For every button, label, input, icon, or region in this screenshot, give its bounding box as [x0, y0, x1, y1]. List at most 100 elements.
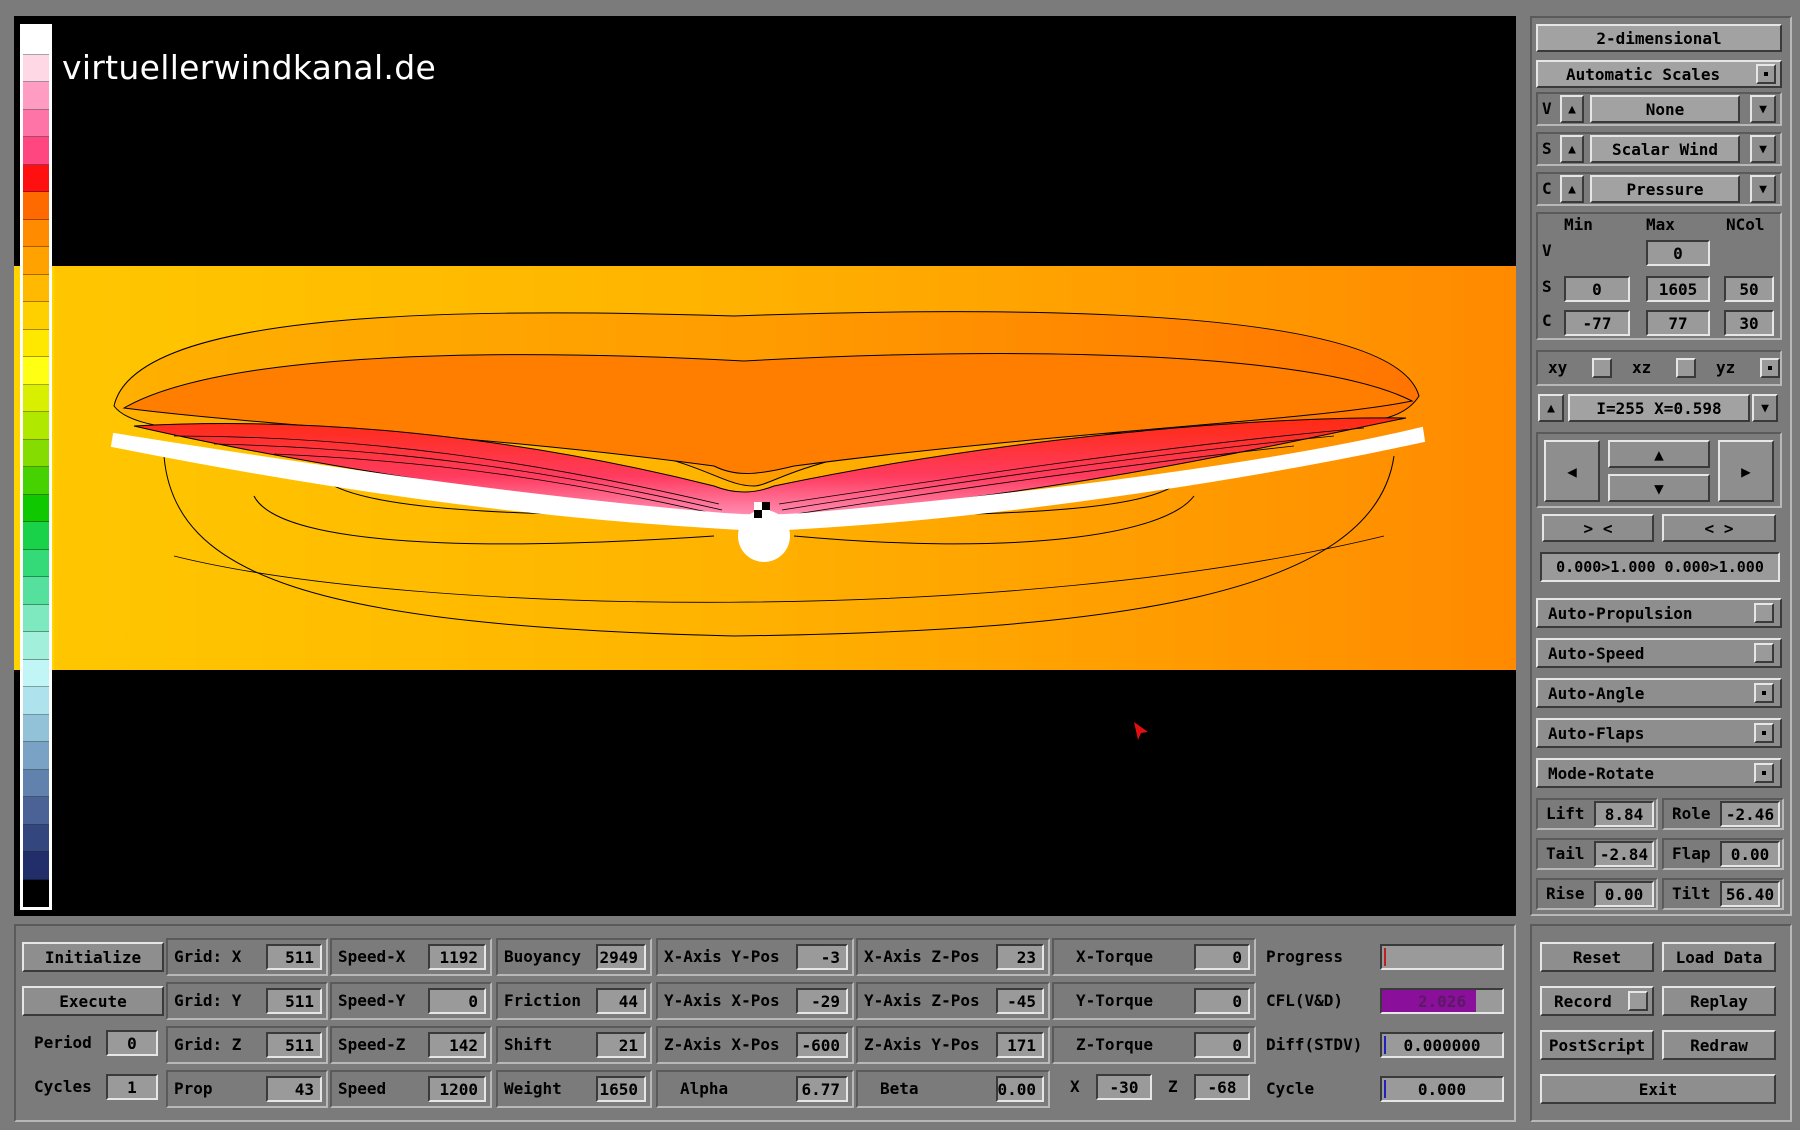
pan-right-button[interactable]: ▶: [1718, 440, 1774, 502]
selector-prefix-label: S: [1542, 139, 1552, 158]
field-value-grid-x[interactable]: 511: [266, 944, 322, 970]
pos-z-field[interactable]: -68: [1194, 1074, 1250, 1100]
field-value-x-torque[interactable]: 0: [1194, 944, 1250, 970]
field-value-speed-x[interactable]: 1192: [428, 944, 486, 970]
value-field-lift[interactable]: 8.84: [1594, 801, 1654, 827]
field-value-beta[interactable]: 0.00: [996, 1076, 1044, 1102]
field-value-x-axis-z-pos[interactable]: 23: [996, 944, 1044, 970]
c-max-field[interactable]: 77: [1646, 310, 1710, 336]
pos-x-field[interactable]: -30: [1096, 1074, 1152, 1100]
postscript-button[interactable]: PostScript: [1540, 1030, 1654, 1060]
toggle-mode-rotate[interactable]: Mode-Rotate: [1536, 758, 1782, 788]
pan-down-button[interactable]: ▼: [1608, 474, 1710, 502]
toggle-checkbox[interactable]: [1754, 723, 1774, 743]
field-value-z-torque[interactable]: 0: [1194, 1032, 1250, 1058]
field-value-alpha[interactable]: 6.77: [796, 1076, 848, 1102]
field-value-weight[interactable]: 1650: [596, 1076, 646, 1102]
s-ncol-field[interactable]: 50: [1724, 276, 1774, 302]
selector-value[interactable]: Pressure: [1590, 175, 1740, 203]
field-value-prop[interactable]: 43: [266, 1076, 322, 1102]
field-value-x-axis-y-pos[interactable]: -3: [796, 944, 848, 970]
selector-dropdown-button[interactable]: ▼: [1750, 95, 1776, 123]
colorbar-cell: [23, 604, 49, 632]
field-value-shift[interactable]: 21: [596, 1032, 646, 1058]
s-max-field[interactable]: 1605: [1646, 276, 1710, 302]
field-value-z-axis-y-pos[interactable]: 171: [996, 1032, 1044, 1058]
value-field-tilt[interactable]: 56.40: [1720, 881, 1780, 907]
value-label-role: Role: [1672, 804, 1711, 823]
c-ncol-field[interactable]: 30: [1724, 310, 1774, 336]
record-checkbox[interactable]: [1628, 991, 1648, 1011]
field-value-speed-y[interactable]: 0: [428, 988, 486, 1014]
field-label-beta: Beta: [880, 1079, 919, 1098]
pan-up-button[interactable]: ▲: [1608, 440, 1710, 468]
toggle-auto-propulsion[interactable]: Auto-Propulsion: [1536, 598, 1782, 628]
field-value-y-axis-z-pos[interactable]: -45: [996, 988, 1044, 1014]
field-label-x-torque: X-Torque: [1076, 947, 1154, 966]
reset-button[interactable]: Reset: [1540, 942, 1654, 972]
selector-prev-button[interactable]: ▲: [1560, 95, 1584, 123]
field-value-buoyancy[interactable]: 2949: [596, 944, 646, 970]
field-value-z-axis-x-pos[interactable]: -600: [796, 1032, 848, 1058]
pos-x-label: X: [1070, 1077, 1080, 1096]
cycles-field[interactable]: 1: [106, 1074, 158, 1100]
toggle-auto-speed[interactable]: Auto-Speed: [1536, 638, 1782, 668]
replay-button[interactable]: Replay: [1662, 986, 1776, 1016]
selector-value[interactable]: Scalar Wind: [1590, 135, 1740, 163]
colorbar-cell: [23, 797, 49, 825]
execute-button[interactable]: Execute: [22, 986, 164, 1016]
value-field-flap[interactable]: 0.00: [1720, 841, 1780, 867]
s-min-field[interactable]: 0: [1564, 276, 1630, 302]
plane-yz-checkbox[interactable]: [1760, 358, 1780, 378]
field-value-friction[interactable]: 44: [596, 988, 646, 1014]
zoom-in-button[interactable]: > <: [1542, 514, 1654, 542]
v-max-field[interactable]: 0: [1646, 240, 1710, 266]
field-label-y-axis-z-pos: Y-Axis Z-Pos: [864, 991, 980, 1010]
cycle-bar: 0.000: [1380, 1076, 1504, 1102]
exit-button[interactable]: Exit: [1540, 1074, 1776, 1104]
range-header-max: Max: [1646, 215, 1675, 234]
field-value-y-axis-x-pos[interactable]: -29: [796, 988, 848, 1014]
plane-xz-checkbox[interactable]: [1676, 358, 1696, 378]
progress-label: Progress: [1266, 947, 1344, 966]
field-value-grid-z[interactable]: 511: [266, 1032, 322, 1058]
field-value-speed[interactable]: 1200: [428, 1076, 486, 1102]
value-field-tail[interactable]: -2.84: [1594, 841, 1654, 867]
field-value-grid-y[interactable]: 511: [266, 988, 322, 1014]
load-data-button[interactable]: Load Data: [1662, 942, 1776, 972]
slice-up-button[interactable]: ▲: [1538, 394, 1564, 422]
view-mode-button[interactable]: 2-dimensional: [1536, 24, 1782, 52]
zoom-out-button[interactable]: < >: [1662, 514, 1776, 542]
pan-left-button[interactable]: ◀: [1544, 440, 1600, 502]
simulation-viewport[interactable]: virtuellerwindkanal.de: [14, 16, 1516, 916]
automatic-scales-button[interactable]: Automatic Scales: [1536, 60, 1782, 88]
value-field-role[interactable]: -2.46: [1720, 801, 1780, 827]
colorbar-cell: [23, 549, 49, 577]
selector-prev-button[interactable]: ▲: [1560, 175, 1584, 203]
field-label-grid-y: Grid: Y: [174, 991, 242, 1010]
plane-xy-checkbox[interactable]: [1592, 358, 1612, 378]
toggle-auto-flaps[interactable]: Auto-Flaps: [1536, 718, 1782, 748]
selector-dropdown-button[interactable]: ▼: [1750, 175, 1776, 203]
toggle-checkbox[interactable]: [1754, 763, 1774, 783]
field-value-y-torque[interactable]: 0: [1194, 988, 1250, 1014]
toggle-checkbox[interactable]: [1754, 603, 1774, 623]
triangle-down-icon: ▼: [1759, 101, 1767, 117]
selector-dropdown-button[interactable]: ▼: [1750, 135, 1776, 163]
field-value-speed-z[interactable]: 142: [428, 1032, 486, 1058]
initialize-button[interactable]: Initialize: [22, 942, 164, 972]
automatic-scales-checkbox[interactable]: [1756, 64, 1776, 84]
colorbar-cell: [23, 769, 49, 797]
value-field-rise[interactable]: 0.00: [1594, 881, 1654, 907]
value-label-rise: Rise: [1546, 884, 1585, 903]
selector-value[interactable]: None: [1590, 95, 1740, 123]
color-scale-bar: [20, 24, 52, 910]
redraw-button[interactable]: Redraw: [1662, 1030, 1776, 1060]
toggle-auto-angle[interactable]: Auto-Angle: [1536, 678, 1782, 708]
toggle-checkbox[interactable]: [1754, 643, 1774, 663]
c-min-field[interactable]: -77: [1564, 310, 1630, 336]
slice-down-button[interactable]: ▼: [1752, 394, 1778, 422]
period-field[interactable]: 0: [106, 1030, 158, 1056]
toggle-checkbox[interactable]: [1754, 683, 1774, 703]
selector-prev-button[interactable]: ▲: [1560, 135, 1584, 163]
